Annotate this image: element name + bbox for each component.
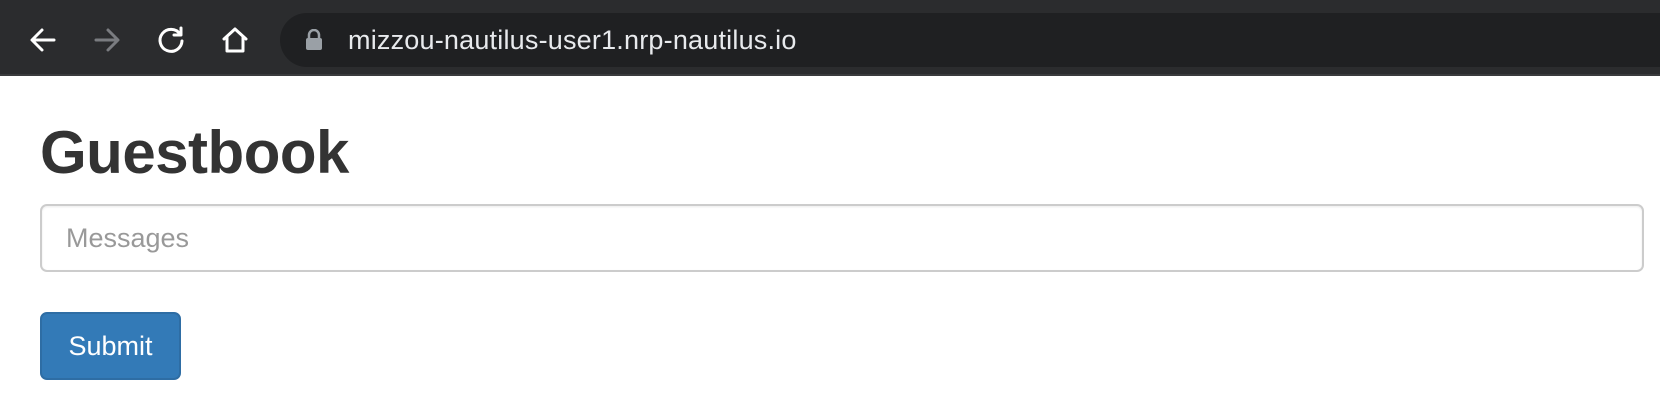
submit-button[interactable]: Submit xyxy=(40,312,181,380)
page-title: Guestbook xyxy=(40,119,349,186)
address-bar[interactable]: mizzou-nautilus-user1.nrp-nautilus.io xyxy=(280,13,1660,67)
url-text: mizzou-nautilus-user1.nrp-nautilus.io xyxy=(348,25,797,55)
reload-icon xyxy=(158,26,184,53)
home-button[interactable] xyxy=(215,20,255,60)
forward-button[interactable] xyxy=(87,20,127,60)
lock-icon xyxy=(306,29,322,50)
arrow-left-icon xyxy=(30,28,56,52)
back-button[interactable] xyxy=(23,20,63,60)
messages-input[interactable] xyxy=(40,204,1644,272)
home-icon xyxy=(222,27,248,53)
arrow-right-icon xyxy=(94,28,120,52)
reload-button[interactable] xyxy=(151,20,191,60)
page-content: Guestbook Submit xyxy=(0,76,1660,402)
browser-toolbar: mizzou-nautilus-user1.nrp-nautilus.io xyxy=(0,0,1660,76)
